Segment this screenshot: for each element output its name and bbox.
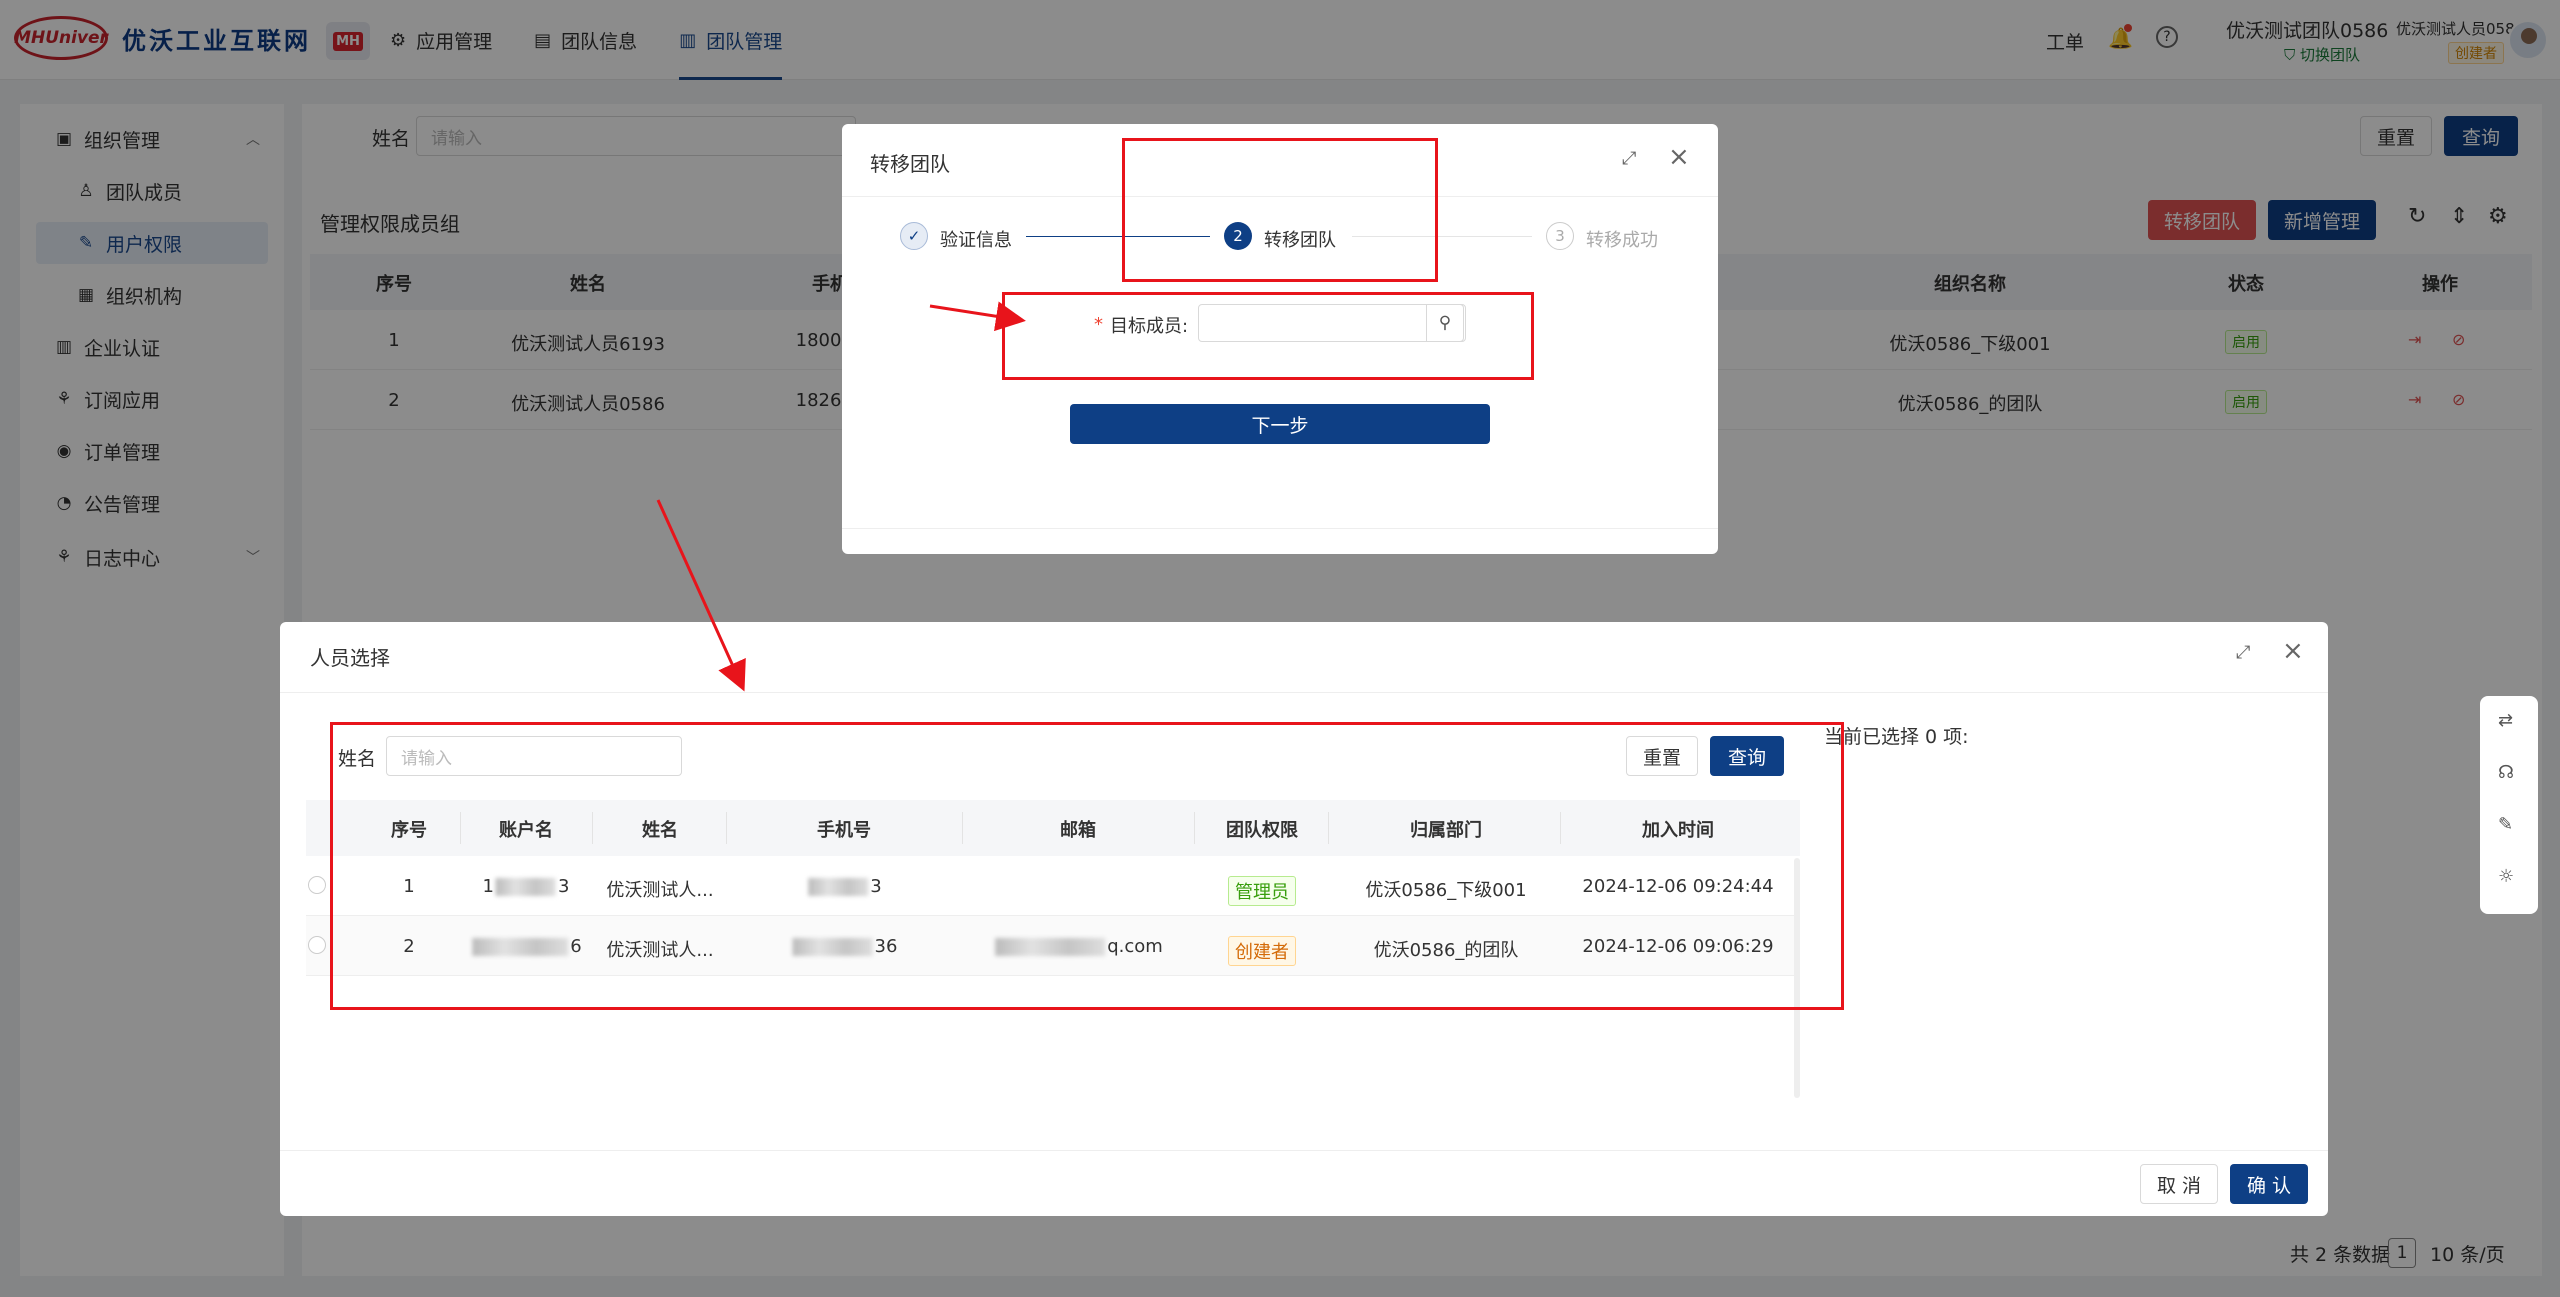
dialog-title: 人员选择 [310, 646, 390, 670]
cancel-button[interactable]: 取 消 [2140, 1164, 2218, 1204]
annotation-box-target-member [1002, 292, 1534, 380]
translate-icon[interactable]: ⇄ [2498, 710, 2513, 731]
close-icon[interactable]: × [2282, 638, 2304, 664]
confirm-button[interactable]: 确 认 [2230, 1164, 2308, 1204]
divider [280, 1150, 2328, 1151]
step-label: 验证信息 [940, 230, 1012, 251]
fullscreen-icon[interactable]: ⤢ [2236, 642, 2250, 663]
fullscreen-icon[interactable]: ⤢ [1622, 148, 1636, 169]
edit-icon[interactable]: ✎ [2498, 814, 2513, 835]
step-done-icon: ✓ [900, 222, 928, 250]
divider [280, 692, 2328, 693]
annotation-box-people-table [330, 722, 1844, 1010]
step-pending: 3 [1546, 222, 1574, 250]
bulb-icon[interactable]: ☼ [2498, 866, 2514, 887]
step-label: 转移成功 [1586, 230, 1658, 251]
selected-count: 当前已选择 0 项: [1824, 726, 1969, 748]
dialog-title: 转移团队 [870, 152, 950, 176]
close-icon[interactable]: × [1668, 144, 1690, 170]
next-step-button[interactable]: 下一步 [1070, 404, 1490, 444]
floating-toolbar: ⇄ ☊ ✎ ☼ [2480, 696, 2538, 914]
divider [842, 528, 1718, 529]
row-radio[interactable] [308, 876, 326, 894]
headset-icon[interactable]: ☊ [2498, 762, 2514, 783]
annotation-box-step [1122, 138, 1438, 282]
row-radio[interactable] [308, 936, 326, 954]
